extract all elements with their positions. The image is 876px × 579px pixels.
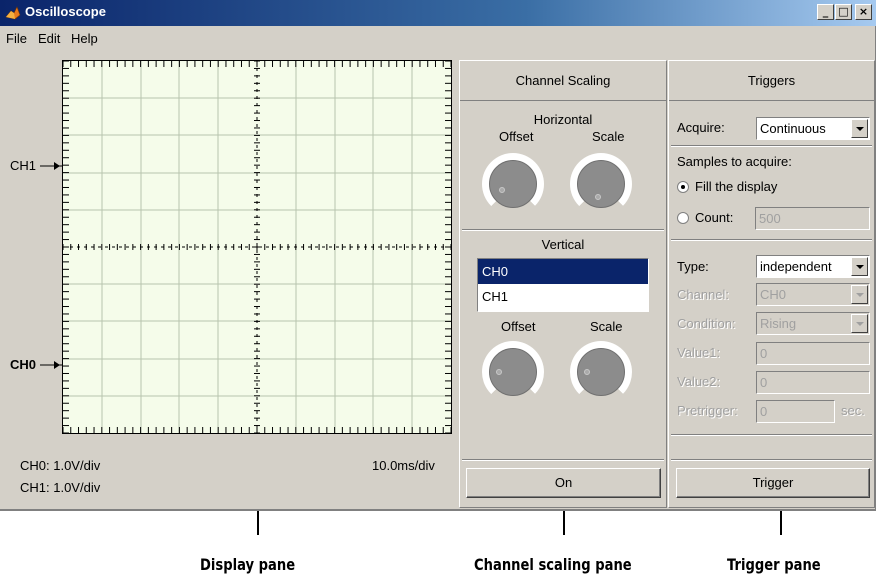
divider xyxy=(462,229,664,231)
display-pane: CH1 CH0 CH0: 1.0V/div CH1: 1.0V/div 10.0… xyxy=(0,60,458,510)
horizontal-scale-label: Scale xyxy=(592,129,625,144)
type-value: independent xyxy=(760,259,832,274)
value1-label: Value1: xyxy=(677,345,721,360)
value2-label: Value2: xyxy=(677,374,721,389)
knob-body xyxy=(489,160,537,208)
horizontal-offset-label: Offset xyxy=(499,129,534,144)
fill-display-label[interactable]: Fill the display xyxy=(695,179,777,194)
channel-list-item-ch1[interactable]: CH1 xyxy=(478,284,648,309)
acquire-label: Acquire: xyxy=(677,120,725,135)
horizontal-title: Horizontal xyxy=(533,112,593,127)
triggers-header: Triggers xyxy=(669,61,874,101)
divider xyxy=(671,239,872,241)
channel-scaling-pane: Channel Scaling Horizontal Offset Scale … xyxy=(459,60,667,508)
display-callout-line xyxy=(257,511,259,535)
divider xyxy=(671,459,872,461)
knob-body xyxy=(577,160,625,208)
divider xyxy=(671,434,872,436)
matlab-logo-icon xyxy=(5,6,21,20)
count-label[interactable]: Count: xyxy=(695,210,733,225)
channel-listbox[interactable]: CH0 CH1 xyxy=(477,258,649,312)
vertical-offset-knob[interactable] xyxy=(482,341,544,403)
trigger-pane: Triggers Acquire: Continuous Samples to … xyxy=(668,60,875,508)
ch0-scale-readout: CH0: 1.0V/div xyxy=(20,458,101,473)
value2-field[interactable]: 0 xyxy=(756,371,870,394)
close-button[interactable]: × xyxy=(855,4,872,20)
pretrigger-field[interactable]: 0 xyxy=(756,400,835,423)
title-bar[interactable]: Oscilloscope _ □ × xyxy=(0,0,876,26)
knob-indicator xyxy=(595,194,601,200)
knob-indicator xyxy=(584,369,590,375)
display-pane-callout: Display pane xyxy=(200,555,296,574)
ch1-scale-readout: CH1: 1.0V/div xyxy=(20,480,101,495)
channel-callout-line xyxy=(563,511,565,535)
chevron-down-icon[interactable] xyxy=(851,257,868,276)
samples-label: Samples to acquire: xyxy=(677,154,792,169)
knob-body xyxy=(489,348,537,396)
ch0-marker: CH0 xyxy=(10,357,37,372)
acquire-select[interactable]: Continuous xyxy=(756,117,870,140)
knob-body xyxy=(577,348,625,396)
divider xyxy=(671,145,872,147)
vertical-offset-label: Offset xyxy=(501,319,536,334)
trigger-channel-select[interactable]: CH0 xyxy=(756,283,870,306)
maximize-button[interactable]: □ xyxy=(835,4,852,20)
channel-scaling-header: Channel Scaling xyxy=(460,61,666,101)
vertical-title: Vertical xyxy=(541,237,585,252)
chevron-down-icon[interactable] xyxy=(851,285,868,304)
acquire-value: Continuous xyxy=(760,121,826,136)
knob-indicator xyxy=(496,369,502,375)
oscilloscope-window: Oscilloscope _ □ × File Edit Help CH1 CH… xyxy=(0,0,876,511)
pretrigger-label: Pretrigger: xyxy=(677,403,738,418)
sec-label: sec. xyxy=(841,403,865,418)
ch0-arrow-icon xyxy=(40,361,62,369)
condition-value: Rising xyxy=(760,316,797,331)
chevron-down-icon[interactable] xyxy=(851,119,868,138)
value1-field[interactable]: 0 xyxy=(756,342,870,365)
horizontal-scale-knob[interactable] xyxy=(570,153,632,215)
count-radio[interactable] xyxy=(677,212,689,224)
scope-grid xyxy=(63,61,451,433)
trigger-channel-value: CH0 xyxy=(760,287,787,302)
vertical-scale-knob[interactable] xyxy=(570,341,632,403)
scope-screen xyxy=(62,60,452,434)
type-select[interactable]: independent xyxy=(756,255,870,278)
trigger-button[interactable]: Trigger xyxy=(676,468,870,498)
window-title: Oscilloscope xyxy=(25,4,106,19)
divider xyxy=(462,459,664,461)
vertical-scale-label: Scale xyxy=(590,319,623,334)
menu-help[interactable]: Help xyxy=(71,31,98,46)
knob-indicator xyxy=(499,187,505,193)
menu-file[interactable]: File xyxy=(6,31,27,46)
horizontal-offset-knob[interactable] xyxy=(482,153,544,215)
channel-list-item-ch0[interactable]: CH0 xyxy=(478,259,648,284)
channel-label: Channel: xyxy=(677,287,730,302)
count-field[interactable]: 500 xyxy=(755,207,870,230)
fill-display-radio[interactable] xyxy=(677,181,689,193)
type-label: Type: xyxy=(677,259,709,274)
channel-scaling-pane-callout: Channel scaling pane xyxy=(474,555,632,574)
time-scale-readout: 10.0ms/div xyxy=(372,458,435,473)
menu-bar: File Edit Help xyxy=(0,27,876,49)
chevron-down-icon[interactable] xyxy=(851,314,868,333)
menu-edit[interactable]: Edit xyxy=(38,31,60,46)
ch1-marker: CH1 xyxy=(10,158,37,173)
condition-select[interactable]: Rising xyxy=(756,312,870,335)
minimize-button[interactable]: _ xyxy=(817,4,834,20)
trigger-callout-line xyxy=(780,511,782,535)
condition-label: Condition: xyxy=(677,316,736,331)
channel-on-button[interactable]: On xyxy=(466,468,661,498)
trigger-pane-callout: Trigger pane xyxy=(727,555,821,574)
ch1-arrow-icon xyxy=(40,162,62,170)
